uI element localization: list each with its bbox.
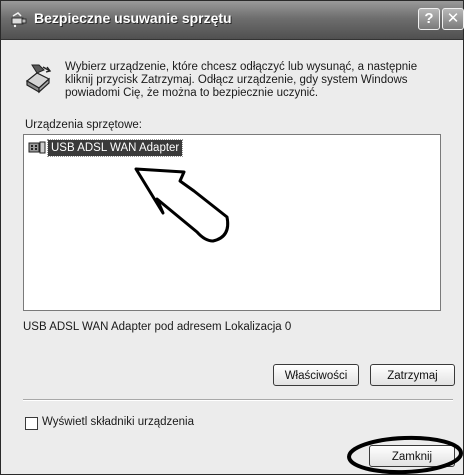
device-name[interactable]: USB ADSL WAN Adapter	[46, 139, 184, 157]
safely-remove-hardware-dialog: Bezpieczne usuwanie sprzętu ? ✕ Wybierz …	[0, 0, 464, 475]
show-device-components-checkbox[interactable]	[25, 417, 38, 430]
instruction-text: Wybierz urządzenie, które chcesz odłączy…	[65, 61, 418, 99]
close-button[interactable]: Zamknij	[369, 445, 455, 467]
device-location-text: USB ADSL WAN Adapter pod adresem Lokaliz…	[23, 321, 292, 333]
title-bar[interactable]: Bezpieczne usuwanie sprzętu ? ✕	[1, 1, 464, 40]
stop-button[interactable]: Zatrzymaj	[370, 364, 455, 386]
window-title: Bezpieczne usuwanie sprzętu	[34, 10, 232, 26]
hardware-eject-icon	[25, 64, 52, 94]
separator	[23, 399, 453, 401]
network-adapter-icon	[28, 141, 46, 154]
show-device-components-label[interactable]: Wyświetl składniki urządzenia	[42, 416, 194, 428]
properties-button[interactable]: Właściwości	[273, 364, 359, 386]
close-window-button[interactable]: ✕	[442, 8, 464, 30]
safely-remove-hardware-icon	[11, 12, 27, 28]
hardware-devices-list[interactable]: USB ADSL WAN Adapter	[23, 134, 441, 311]
hardware-devices-label: Urządzenia sprzętowe:	[25, 119, 142, 131]
help-button[interactable]: ?	[418, 8, 440, 30]
